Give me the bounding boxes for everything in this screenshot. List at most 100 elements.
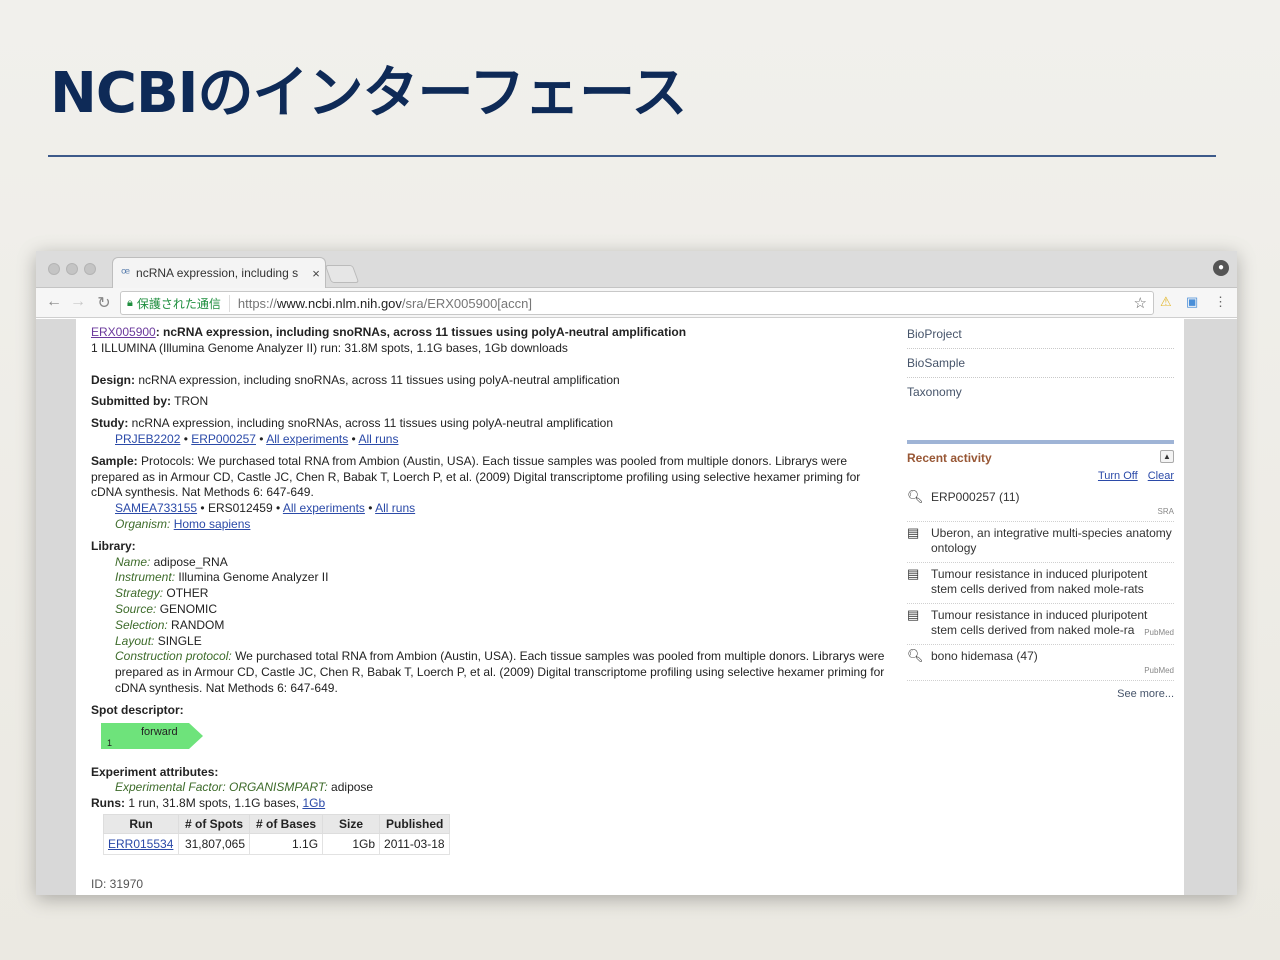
recent-activity-controls: Turn Off Clear — [907, 470, 1174, 482]
library-selection: Selection: RANDOM — [115, 617, 225, 632]
turn-off-link[interactable]: Turn Off — [1098, 470, 1138, 482]
construction-protocol: Construction protocol: We purchased tota… — [115, 649, 885, 664]
library-source: Source: GENOMIC — [115, 601, 218, 616]
organism-link[interactable]: Homo sapiens — [174, 517, 251, 531]
runs-header-size: Size — [322, 813, 381, 834]
recent-activity-title: Recent activity — [907, 451, 992, 465]
document-icon: ▤ — [907, 566, 920, 581]
ncbi-favicon-icon: ꟹ — [121, 264, 131, 281]
library-layout: Layout: SINGLE — [115, 633, 202, 648]
recent-item[interactable]: 🔍︎ bono hidemasa (47) PubMed — [907, 645, 1174, 681]
sample-row: Sample: Protocols: We purchased total RN… — [91, 453, 848, 468]
tab-strip: ꟹ ncRNA expression, including s × ● — [36, 251, 1237, 288]
see-more-link[interactable]: See more... — [907, 688, 1174, 700]
run-size: 1Gb — [322, 832, 381, 855]
sidebar-link-biosample[interactable]: BioSample — [907, 354, 1174, 378]
url-host: www.ncbi.nlm.nih.gov — [276, 295, 402, 311]
sidebar-link-bioproject[interactable]: BioProject — [907, 325, 1174, 349]
submitted-row: Submitted by: TRON — [91, 394, 209, 409]
url-path: /sra/ERX005900[accn] — [401, 295, 532, 311]
attribute-row: Experimental Factor: ORGANISMPART: adipo… — [115, 780, 374, 795]
clear-link[interactable]: Clear — [1148, 470, 1174, 482]
back-arrow-icon[interactable]: ← — [44, 293, 64, 311]
attributes-heading: Experiment attributes: — [91, 764, 219, 779]
bioproject-link[interactable]: PRJEB2202 — [115, 432, 180, 446]
sample-links: SAMEA733155 • ERS012459 • All experiment… — [115, 501, 416, 516]
extension-warning-icon[interactable]: ⚠ — [1160, 294, 1172, 310]
sample-all-experiments-link[interactable]: All experiments — [283, 501, 365, 515]
sample-all-runs-link[interactable]: All runs — [375, 501, 415, 515]
run-accession-link[interactable]: ERR015534 — [103, 832, 179, 855]
browser-toolbar: ← → ↻ 🔒︎ 保護された通信 https://www.ncbi.nlm.ni… — [36, 288, 1237, 318]
accession-link[interactable]: ERX005900 — [91, 325, 156, 339]
sidebar-link-taxonomy[interactable]: Taxonomy — [907, 383, 1174, 406]
page-viewport: ERX005900: ncRNA expression, including s… — [36, 319, 1237, 895]
study-links: PRJEB2202 • ERP000257 • All experiments … — [115, 431, 399, 446]
sample-line-3: cDNA synthesis. Nat Methods 6: 647-649. — [91, 485, 314, 500]
address-bar[interactable]: 🔒︎ 保護された通信 https://www.ncbi.nlm.nih.gov /… — [120, 291, 1154, 315]
run-spots: 31,807,065 — [177, 832, 251, 855]
profile-icon[interactable]: ● — [1213, 260, 1229, 276]
record-id: ID: 31970 — [91, 876, 144, 891]
search-icon: 🔍︎ — [907, 648, 924, 663]
title-divider — [48, 155, 1216, 157]
reload-icon[interactable]: ↻ — [94, 293, 114, 313]
recent-activity-header: Recent activity ▲ — [907, 440, 1174, 470]
search-icon: 🔍︎ — [907, 489, 924, 504]
recent-item[interactable]: ▤ Tumour resistance in induced pluripote… — [907, 604, 1174, 645]
sidebar: BioProject BioSample Taxonomy Recent act… — [907, 325, 1174, 700]
tab-close-icon[interactable]: × — [307, 266, 325, 281]
bookmark-star-icon[interactable]: ☆ — [1134, 294, 1147, 312]
spot-read-label: forward — [141, 725, 178, 738]
extension-icon[interactable]: ▣ — [1186, 294, 1198, 310]
recent-item-source: PubMed — [1142, 625, 1174, 640]
browser-menu-icon[interactable]: ⋮ — [1214, 294, 1227, 310]
recent-item-source: PubMed — [1144, 666, 1174, 675]
study-row: Study: ncRNA expression, including snoRN… — [91, 416, 614, 431]
window-close-button[interactable] — [48, 263, 60, 275]
new-tab-button[interactable] — [324, 265, 360, 283]
design-row: Design: ncRNA expression, including snoR… — [91, 372, 620, 387]
library-strategy: Strategy: OTHER — [115, 586, 209, 601]
tab-title: ncRNA expression, including s — [136, 266, 299, 280]
record-title: : ncRNA expression, including snoRNAs, a… — [155, 325, 687, 339]
recent-item[interactable]: ▤ Uberon, an integrative multi-species a… — [907, 522, 1174, 563]
browser-tab[interactable]: ꟹ ncRNA expression, including s × — [112, 257, 326, 288]
document-icon: ▤ — [907, 607, 920, 622]
window-minimize-button[interactable] — [66, 263, 78, 275]
runs-download-link[interactable]: 1Gb — [302, 796, 325, 810]
window-maximize-button[interactable] — [84, 263, 96, 275]
ers-accession: ERS012459 — [207, 501, 273, 516]
library-name: Name: adipose_RNA — [115, 554, 228, 569]
recent-item[interactable]: ▤ Tumour resistance in induced pluripote… — [907, 563, 1174, 604]
erp-link[interactable]: ERP000257 — [191, 432, 256, 446]
secure-label: 保護された通信 — [137, 294, 230, 312]
runs-header-run: Run — [103, 813, 179, 834]
library-heading: Library: — [91, 538, 136, 553]
study-all-runs-link[interactable]: All runs — [358, 432, 398, 446]
biosample-link[interactable]: SAMEA733155 — [115, 501, 197, 515]
library-instrument: Instrument: Illumina Genome Analyzer II — [115, 570, 329, 585]
study-all-experiments-link[interactable]: All experiments — [266, 432, 348, 446]
recent-item[interactable]: 🔍︎ ERP000257 (11) SRA — [907, 486, 1174, 522]
document-icon: ▤ — [907, 525, 920, 540]
run-bases: 1.1G — [249, 832, 324, 855]
forward-arrow-icon[interactable]: → — [68, 293, 88, 311]
runs-header-published: Published — [379, 813, 451, 834]
run-published: 2011-03-18 — [379, 832, 451, 855]
browser-window: ꟹ ncRNA expression, including s × ● ← → … — [36, 251, 1237, 895]
recent-item-source: SRA — [1157, 507, 1174, 516]
lock-icon: 🔒︎ — [127, 296, 133, 309]
record-heading: ERX005900: ncRNA expression, including s… — [91, 325, 896, 341]
record-main: ERX005900: ncRNA expression, including s… — [91, 325, 896, 893]
collapse-arrow-icon[interactable]: ▲ — [1160, 450, 1174, 463]
runs-row: Runs: 1 run, 31.8M spots, 1.1G bases, 1G… — [91, 796, 326, 811]
organism-row: Organism: Homo sapiens — [115, 516, 251, 531]
runs-header-spots: # of Spots — [177, 813, 251, 834]
spot-descriptor-graphic: forward 1 — [101, 722, 203, 749]
library-fields: Name: adipose_RNA Instrument: Illumina G… — [91, 555, 896, 697]
slide-title: NCBIのインターフェース — [50, 61, 687, 126]
runs-header-bases: # of Bases — [249, 813, 324, 834]
runs-table: Run # of Spots # of Bases Size Published… — [103, 813, 451, 855]
record-summary: 1 ILLUMINA (Illumina Genome Analyzer II)… — [91, 340, 568, 355]
